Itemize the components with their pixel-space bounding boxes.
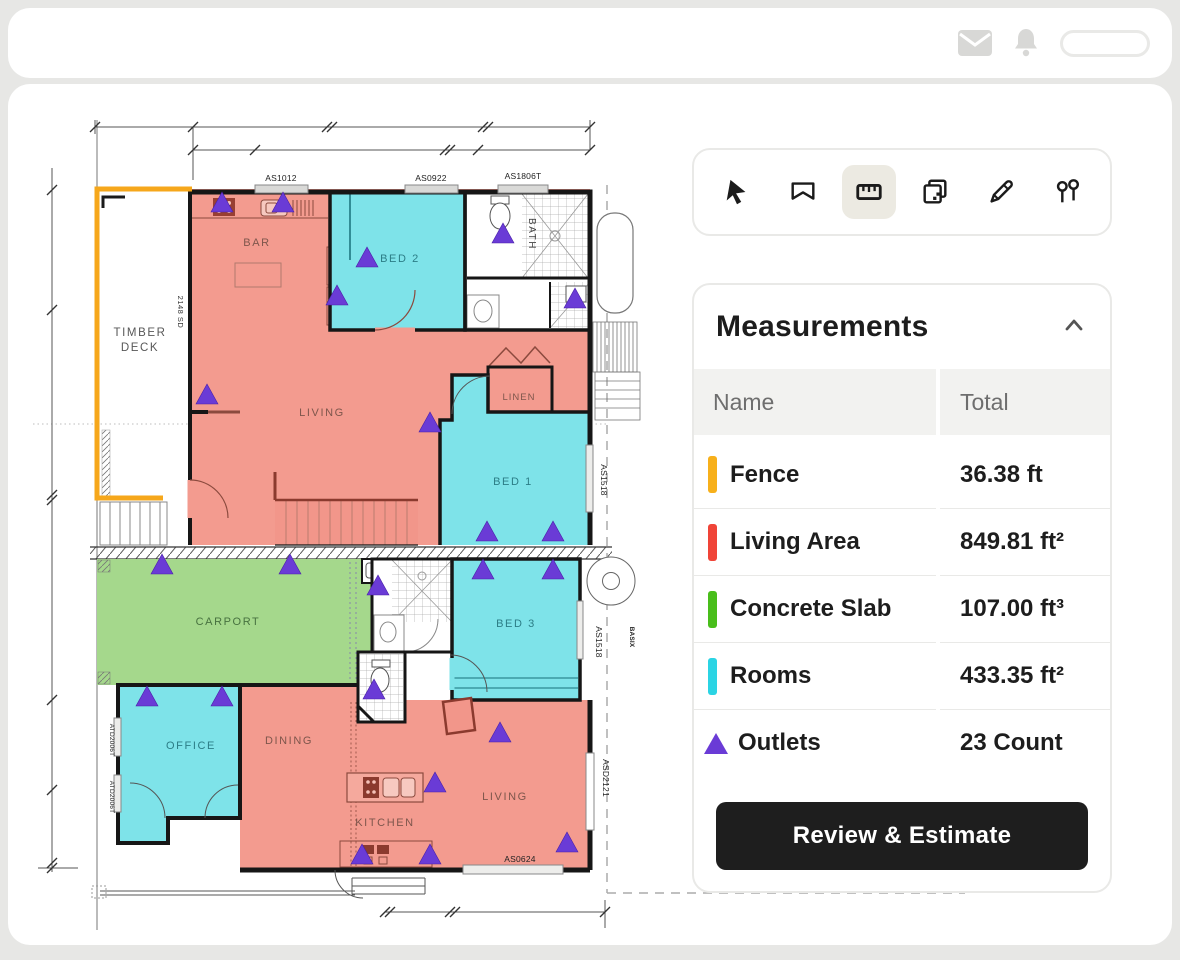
pointer-tool-button[interactable]	[710, 165, 764, 219]
measurement-total-rooms[interactable]: 433.35 ft²	[940, 642, 1110, 709]
measurement-total-concrete-slab[interactable]: 107.00 ft³	[940, 575, 1110, 642]
room-label-bed3: BED 3	[496, 618, 536, 630]
row-total: 36.38 ft	[960, 461, 1043, 489]
measurements-title: Measurements	[716, 310, 929, 344]
measurement-total-fence[interactable]: 36.38 ft	[940, 441, 1110, 508]
row-name: Living Area	[730, 528, 860, 556]
account-pill[interactable]	[1060, 30, 1150, 57]
ruler-tool-button[interactable]	[842, 165, 896, 219]
hatch-band	[90, 547, 612, 559]
bell-icon[interactable]	[1012, 28, 1040, 58]
window-label-as0624: AS0624	[504, 854, 536, 864]
room-label-kitchen: KITCHEN	[355, 817, 414, 829]
deck-corner-mark	[103, 197, 125, 208]
room-label-timber-deck: TIMBER	[113, 327, 166, 339]
measurement-total-living-area[interactable]: 849.81 ft²	[940, 508, 1110, 575]
measurement-row-concrete-slab[interactable]: Concrete Slab	[694, 575, 936, 642]
pointer-icon	[722, 177, 752, 207]
measurement-row-outlets[interactable]: Outlets	[694, 709, 936, 776]
room-label-bed1: BED 1	[493, 476, 533, 488]
carport-post	[98, 672, 110, 684]
pages-tool-button[interactable]	[908, 165, 962, 219]
window-label-atd2006t-a: ATD2006T	[108, 724, 115, 757]
tank-circle	[587, 557, 635, 605]
column-header-name: Name	[694, 369, 936, 435]
kitchen-island	[347, 773, 423, 802]
main-canvas: TIMBER DECK 2148 SD BAR BED 2 BATH LIVIN…	[8, 84, 1172, 945]
top-bar	[8, 8, 1172, 78]
window-label-as1012: AS1012	[265, 173, 297, 183]
window-label-atd2006t-b: ATD2006T	[108, 781, 115, 814]
water-tank	[597, 213, 633, 313]
room-label-bath: BATH	[526, 218, 537, 250]
room-label-bar: BAR	[243, 237, 270, 249]
window-label-asd2121: ASD2121	[601, 759, 611, 797]
column-header-total: Total	[940, 369, 1110, 435]
room-label-office: OFFICE	[166, 740, 216, 752]
measurement-row-rooms[interactable]: Rooms	[694, 642, 936, 709]
flag-tool-button[interactable]	[776, 165, 830, 219]
row-name: Rooms	[730, 662, 811, 690]
pins-tool-button[interactable]	[1040, 165, 1094, 219]
measurement-total-outlets[interactable]: 23 Count	[940, 709, 1110, 776]
rooms-color-chip	[708, 658, 717, 695]
row-name: Outlets	[738, 729, 821, 757]
row-total: 433.35 ft²	[960, 662, 1064, 690]
deck-stairs	[100, 502, 167, 545]
window-label-as0922: AS0922	[415, 173, 447, 183]
deck-edge-hatch	[102, 430, 110, 498]
office-room-overlay[interactable]	[118, 685, 240, 843]
label-basix: BASIX	[628, 627, 635, 648]
flag-icon	[788, 177, 818, 207]
bathroom	[465, 192, 590, 330]
living-area-color-chip	[708, 524, 717, 561]
outlets-triangle-chip	[704, 733, 728, 754]
room-label-dining: DINING	[265, 735, 313, 747]
row-total: 107.00 ft³	[960, 595, 1064, 623]
row-total: 849.81 ft²	[960, 528, 1064, 556]
lower-bathroom	[372, 559, 452, 652]
carport-post	[98, 560, 110, 572]
measurements-table: Name Total Fence 36.38 ft Living Area 84…	[694, 369, 1110, 776]
collapse-chevron-icon[interactable]	[1062, 314, 1086, 341]
room-label-bed2: BED 2	[380, 253, 420, 265]
room-label-timber-deck: DECK	[121, 342, 159, 354]
row-name: Fence	[730, 461, 799, 489]
row-total: 23 Count	[960, 729, 1063, 757]
pins-icon	[1052, 177, 1082, 207]
pantry-box	[443, 698, 475, 734]
measurements-panel: Measurements Name Total Fence 36.38 ft L…	[692, 283, 1112, 893]
window-label-as1518-b: AS1518	[594, 626, 604, 658]
room-label-living-upper: LIVING	[299, 407, 345, 419]
pages-icon	[920, 177, 950, 207]
tool-palette	[692, 148, 1112, 236]
porch-steps	[352, 878, 425, 894]
concrete-slab-color-chip	[708, 591, 717, 628]
room-label-carport: CARPORT	[196, 616, 261, 628]
measurement-row-fence[interactable]: Fence	[694, 441, 936, 508]
row-name: Concrete Slab	[730, 595, 891, 623]
right-stairs	[593, 322, 640, 420]
door-label-2148sd: 2148 SD	[176, 296, 185, 329]
room-label-living-lower: LIVING	[482, 791, 528, 803]
measurement-row-living-area[interactable]: Living Area	[694, 508, 936, 575]
pen-icon	[986, 177, 1016, 207]
room-label-linen: LINEN	[503, 392, 536, 403]
window-label-as1806t: AS1806T	[505, 171, 542, 181]
window-label-as1518-a: AS1518	[599, 464, 609, 496]
wc-room	[358, 652, 405, 722]
ruler-icon	[854, 177, 884, 207]
mail-icon[interactable]	[958, 30, 992, 56]
fence-color-chip	[708, 456, 717, 493]
review-estimate-button[interactable]: Review & Estimate	[716, 802, 1088, 870]
pen-tool-button[interactable]	[974, 165, 1028, 219]
